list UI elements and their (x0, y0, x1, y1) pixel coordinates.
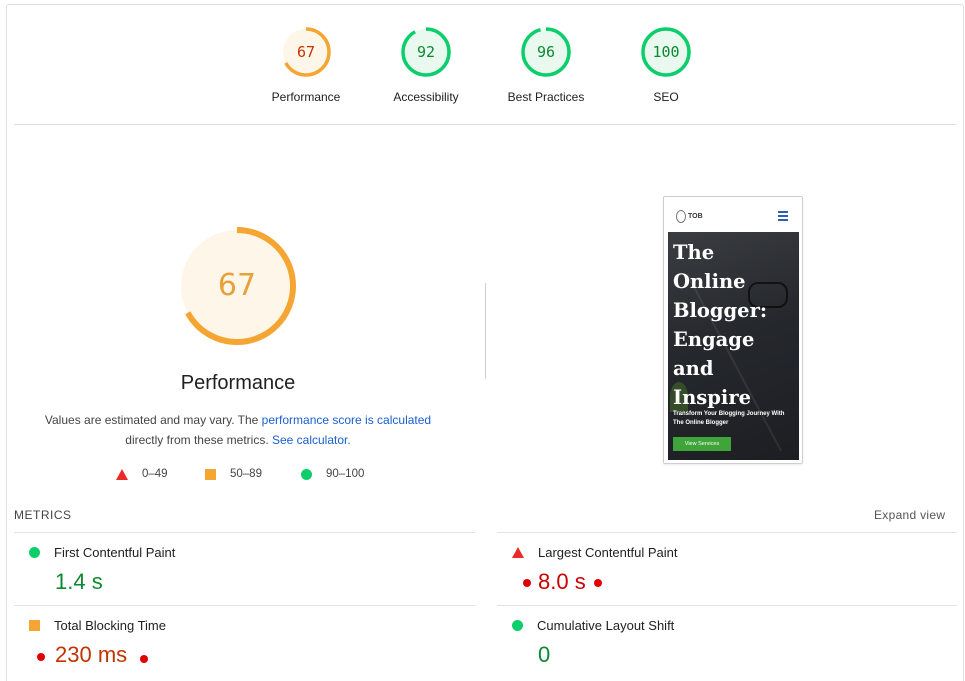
final-screenshot[interactable]: TOB The Online Blogger: Engage and Inspi… (663, 196, 803, 464)
performance-score: 67 (217, 268, 257, 303)
metric-value: 230 ms (55, 642, 128, 667)
gauge-seo[interactable]: 100 SEO (611, 26, 721, 104)
hamburger-menu-icon (778, 211, 788, 223)
triangle-icon (512, 547, 524, 558)
vertical-divider (485, 283, 486, 379)
performance-gauge: 67 (176, 225, 298, 347)
screenshot-hero: The Online Blogger: Engage and Inspire T… (668, 232, 799, 460)
metric-name: Cumulative Layout Shift (537, 618, 675, 633)
performance-description: Values are estimated and may vary. The p… (38, 410, 438, 450)
performance-title: Performance (180, 372, 296, 394)
site-logo: TOB (676, 210, 703, 223)
hero-title: The Online Blogger: Engage and Inspire (673, 241, 768, 409)
hero-button: View Services (673, 437, 731, 451)
metric-value: 1.4 s (55, 569, 103, 594)
gauge-label: Accessibility (393, 90, 459, 104)
gauge-score: 67 (296, 43, 316, 61)
gauge-score: 92 (416, 43, 436, 61)
divider (497, 605, 957, 606)
metric-cumulative-layout-shift: Cumulative Layout Shift 0 (512, 618, 952, 673)
hero-subtitle: Transform Your Blogging Journey With The… (673, 411, 785, 426)
logo-text: TOB (688, 213, 703, 220)
gauge-ring: 67 (280, 26, 332, 78)
gauge-ring: 96 (520, 26, 572, 78)
metric-value: 8.0 s (538, 569, 586, 594)
description-text: directly from these metrics. (125, 433, 272, 447)
circle-icon (512, 620, 523, 631)
metric-value: 0 (538, 642, 551, 667)
gauge-best-practices[interactable]: 96 Best Practices (491, 26, 601, 104)
annotation-dot (523, 579, 531, 587)
metric-name: First Contentful Paint (54, 545, 176, 560)
metric-name: Largest Contentful Paint (538, 545, 678, 560)
legend-range: 90–100 (326, 468, 365, 480)
divider (497, 532, 957, 533)
gauge-accessibility[interactable]: 92 Accessibility (371, 26, 481, 104)
legend-fail: 0–49 (116, 468, 168, 480)
annotation-dot (140, 655, 148, 663)
calculator-link[interactable]: See calculator. (272, 433, 351, 447)
legend-range: 0–49 (142, 468, 168, 480)
logo-icon (676, 210, 686, 223)
gauge-score: 96 (536, 43, 556, 61)
annotation-dot (37, 653, 45, 661)
description-text: Values are estimated and may vary. The (44, 413, 262, 427)
gauge-label: SEO (653, 90, 679, 104)
metric-name: Total Blocking Time (54, 618, 166, 633)
performance-score-link[interactable]: performance score is calculated (262, 413, 431, 427)
legend-pass: 90–100 (301, 468, 364, 480)
gauge-ring: 92 (400, 26, 452, 78)
metric-largest-contentful-paint: Largest Contentful Paint 8.0 s (512, 545, 952, 600)
square-icon (205, 468, 216, 480)
metrics-heading: METRICS (14, 508, 72, 522)
gauge-label: Performance (271, 90, 341, 104)
divider (14, 605, 475, 606)
metric-first-contentful-paint: First Contentful Paint 1.4 s (29, 545, 469, 600)
expand-view-button[interactable]: Expand view (874, 508, 945, 522)
metric-total-blocking-time: Total Blocking Time 230 ms (29, 618, 469, 673)
circle-icon (301, 468, 312, 480)
gauge-score: 100 (652, 43, 680, 61)
screenshot-header: TOB (664, 197, 802, 233)
gauge-performance[interactable]: 67 Performance (251, 26, 361, 104)
gauge-ring: 100 (640, 26, 692, 78)
divider (14, 124, 957, 125)
circle-icon (29, 547, 40, 558)
gauge-label: Best Practices (507, 90, 585, 104)
legend-average: 50–89 (205, 468, 262, 480)
square-icon (29, 620, 40, 631)
annotation-dot (594, 579, 602, 587)
triangle-icon (116, 468, 128, 480)
divider (14, 532, 475, 533)
legend-range: 50–89 (230, 468, 262, 480)
